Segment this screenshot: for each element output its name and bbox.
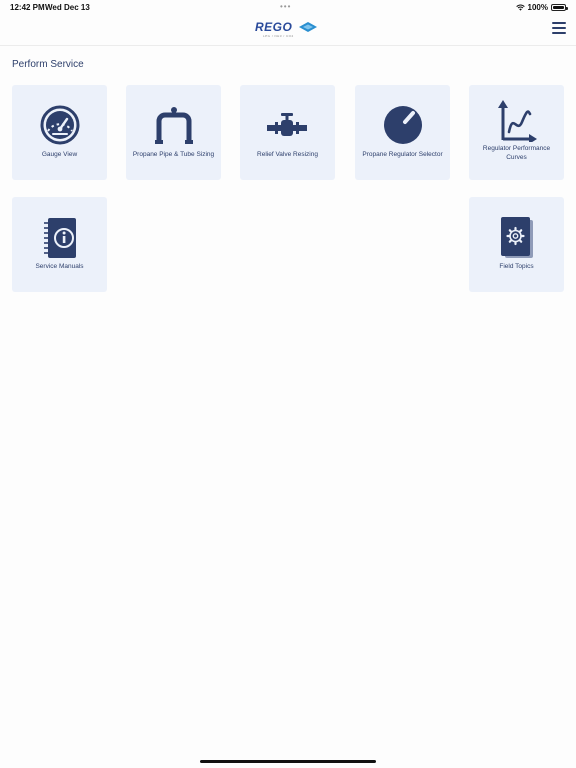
manual-book-icon (43, 218, 76, 258)
curve-chart-icon (497, 100, 537, 142)
menu-line-icon (552, 27, 566, 29)
status-date: Wed Dec 13 (45, 3, 90, 12)
card-label: Gauge View (41, 151, 78, 158)
card-label: Field Topics (499, 263, 534, 270)
card-label: Regulator Performance Curves (482, 145, 551, 161)
status-time: 12:42 PM (10, 3, 45, 12)
home-indicator[interactable] (200, 760, 376, 763)
card-pipe-sizing[interactable]: Propane Pipe & Tube Sizing (126, 85, 221, 180)
battery-icon (551, 4, 568, 11)
pipe-icon (154, 107, 193, 144)
card-gauge-view[interactable]: Gauge View (12, 85, 107, 180)
card-performance-curves[interactable]: Regulator Performance Curves (469, 85, 564, 180)
gauge-icon (40, 105, 79, 145)
logo-diamond-icon (299, 22, 317, 32)
rego-logo: REGO LPG / NH3 / CO2 (255, 20, 321, 44)
settings-book-icon (500, 217, 533, 258)
card-service-manuals[interactable]: Service Manuals (12, 197, 107, 292)
card-label: Propane Regulator Selector (362, 151, 443, 158)
card-label: Propane Pipe & Tube Sizing (132, 151, 215, 158)
card-label: Service Manuals (35, 263, 84, 270)
card-regulator-selector[interactable]: Propane Regulator Selector (355, 85, 450, 180)
app-header: REGO LPG / NH3 / CO2 (0, 14, 576, 46)
page-title: Perform Service (12, 59, 84, 70)
battery-percent: 100% (527, 3, 548, 12)
logo-tagline: LPG / NH3 / CO2 (263, 34, 294, 38)
status-indicators: 100% (515, 3, 568, 12)
card-relief-valve[interactable]: Relief Valve Resizing (240, 85, 335, 180)
valve-icon (266, 113, 307, 136)
status-bar: 12:42 PM Wed Dec 13 ••• 100% (0, 0, 576, 14)
logo-wordmark: REGO (255, 20, 293, 34)
card-label: Relief Valve Resizing (257, 151, 318, 158)
regulator-dial-icon (383, 106, 422, 144)
menu-line-icon (552, 22, 566, 24)
hamburger-menu-button[interactable] (552, 22, 566, 34)
wifi-icon (515, 4, 525, 11)
multitasking-dots[interactable]: ••• (280, 2, 291, 11)
menu-line-icon (552, 32, 566, 34)
card-field-topics[interactable]: Field Topics (469, 197, 564, 292)
